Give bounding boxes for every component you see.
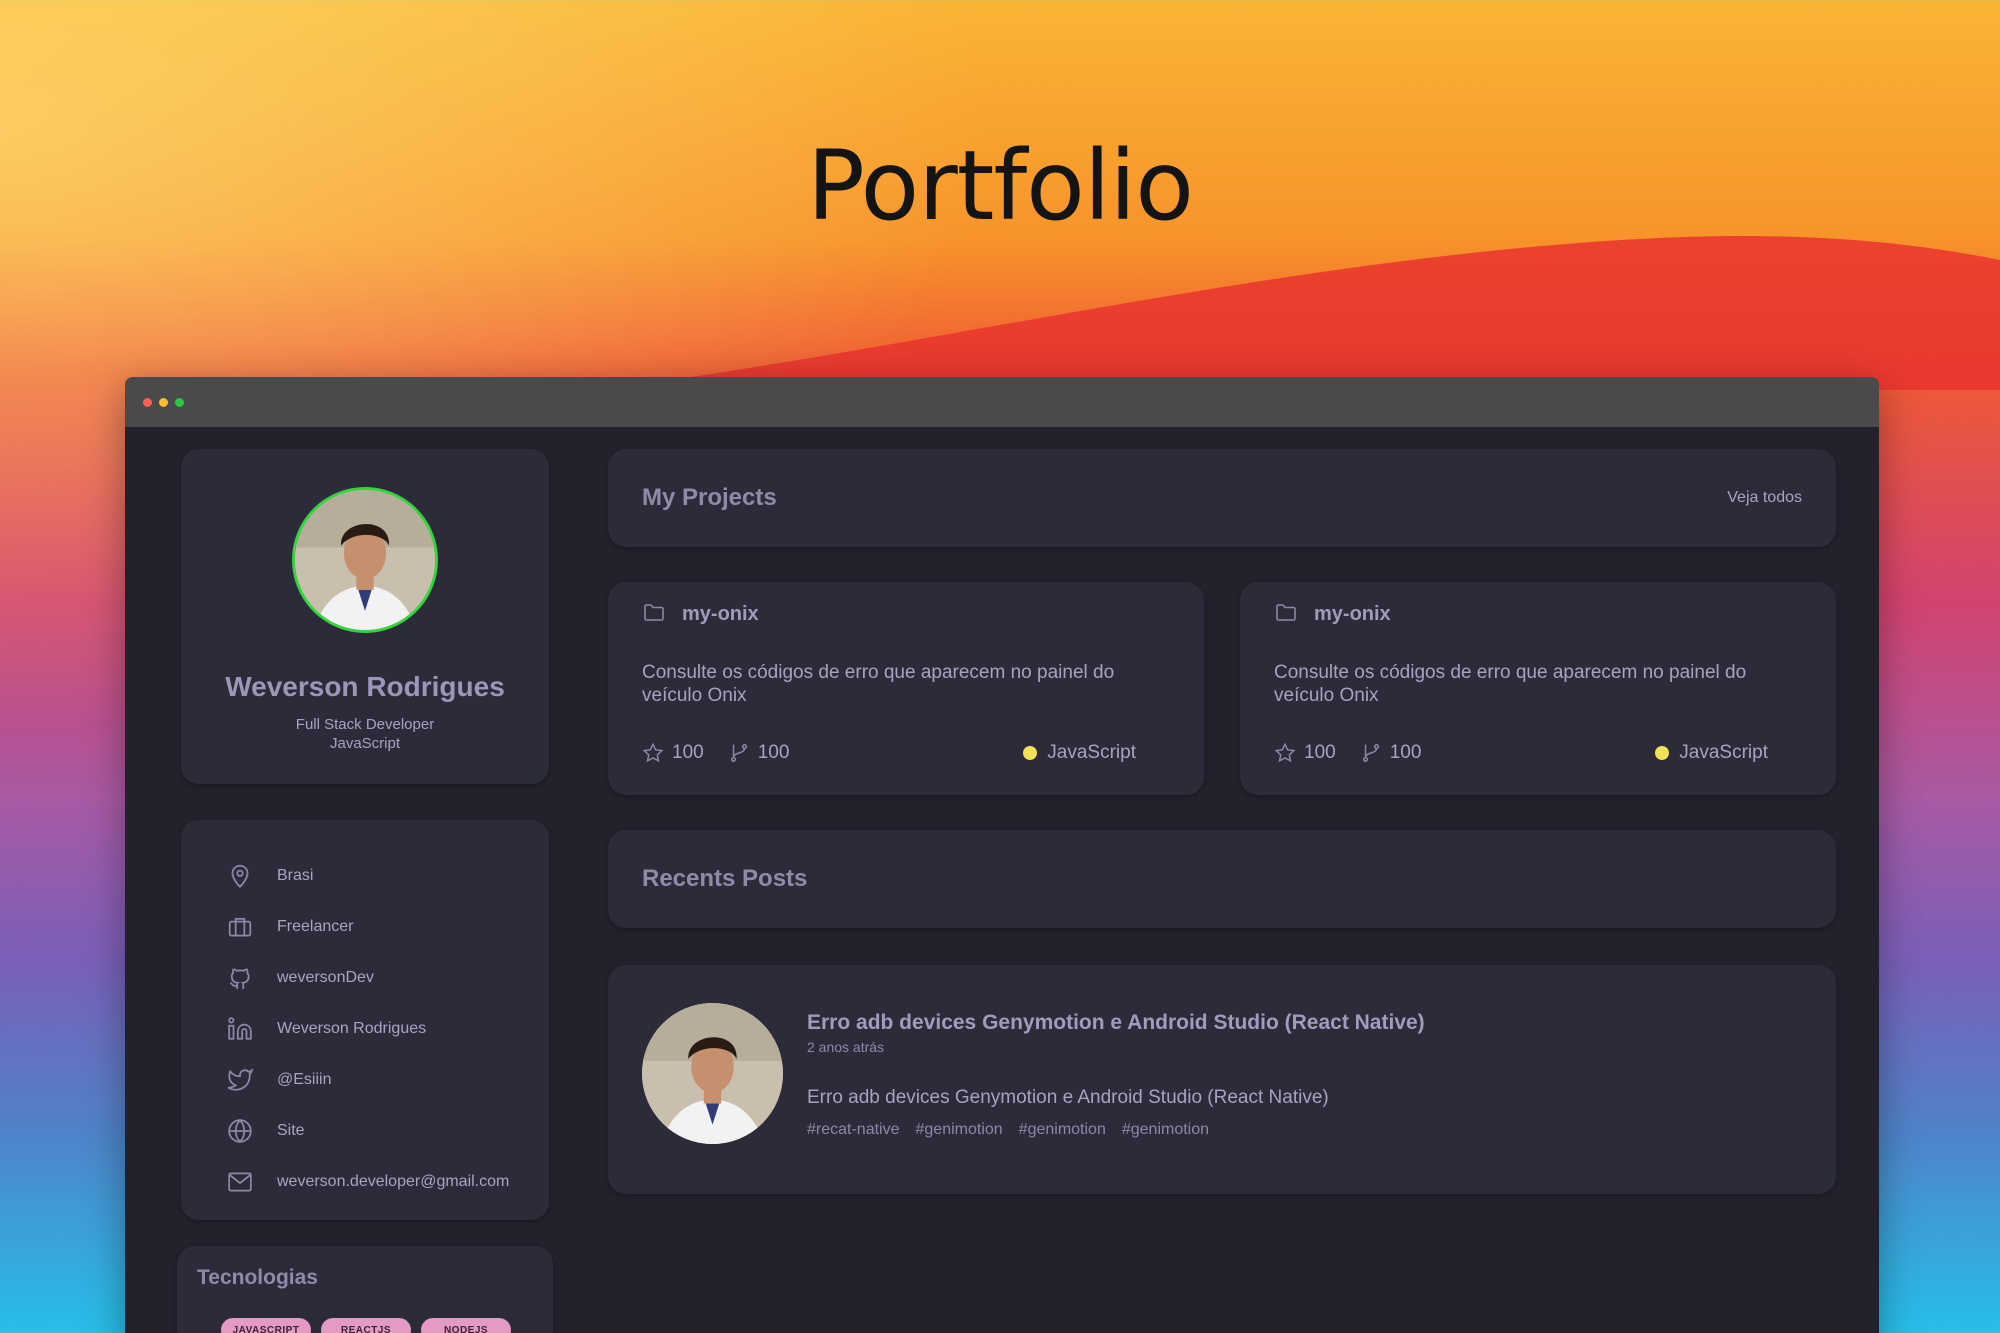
technologies-title: Tecnologias: [197, 1266, 318, 1289]
see-all-link[interactable]: Veja todos: [1727, 489, 1802, 507]
project-card[interactable]: my-onix Consulte os códigos de erro que …: [608, 582, 1204, 795]
location-pin-icon: [225, 861, 255, 891]
tech-tag: REACTJS: [321, 1318, 411, 1333]
globe-icon: [225, 1116, 255, 1146]
linkedin-icon: [225, 1014, 255, 1044]
maximize-window-dot[interactable]: [175, 397, 184, 407]
language-color-dot: [1023, 746, 1038, 760]
briefcase-icon: [225, 912, 255, 942]
posts-header: Recents Posts: [608, 830, 1836, 928]
post-card[interactable]: Erro adb devices Genymotion e Android St…: [608, 965, 1836, 1194]
window-titlebar: [125, 377, 1879, 427]
project-language: JavaScript: [1655, 742, 1768, 764]
post-tag: #recat-native: [807, 1121, 900, 1138]
post-tag: #genimotion: [1121, 1121, 1210, 1138]
avatar: [292, 487, 438, 633]
post-time: 2 anos atrás: [807, 1039, 885, 1055]
language-color-dot: [1655, 746, 1670, 760]
project-stars: 100: [642, 742, 704, 764]
post-tag: #genimotion: [1018, 1121, 1106, 1138]
star-icon: [1274, 742, 1296, 763]
twitter-icon: [225, 1065, 255, 1095]
profile-card: Weverson Rodrigues Full Stack Developer …: [181, 449, 549, 784]
post-title[interactable]: Erro adb devices Genymotion e Android St…: [807, 1011, 1425, 1035]
projects-title: My Projects: [642, 484, 777, 511]
profile-name: Weverson Rodrigues: [225, 671, 505, 702]
folder-icon: [642, 600, 666, 629]
project-description: Consulte os códigos de erro que aparecem…: [1274, 662, 1747, 706]
profile-role: Full Stack Developer: [295, 716, 435, 733]
profile-language: JavaScript: [329, 735, 401, 752]
post-tag: #genimotion: [915, 1121, 1003, 1138]
post-description: Erro adb devices Genymotion e Android St…: [807, 1087, 1329, 1108]
info-item-github[interactable]: weversonDev: [225, 952, 549, 1003]
hero-title: Portfolio: [807, 130, 1194, 242]
project-stars: 100: [1274, 742, 1336, 764]
project-name: my-onix: [1314, 603, 1391, 625]
technologies-card: Tecnologias JAVASCRIPT REACTJS NODEJS: [177, 1246, 553, 1333]
project-forks: 100: [1360, 742, 1421, 764]
close-window-dot[interactable]: [143, 397, 152, 407]
project-description: Consulte os códigos de erro que aparecem…: [642, 662, 1115, 706]
info-item-linkedin[interactable]: Weverson Rodrigues: [225, 1003, 549, 1054]
info-item-site[interactable]: Site: [225, 1105, 549, 1156]
posts-title: Recents Posts: [642, 865, 808, 892]
avatar-portrait: [295, 490, 435, 630]
info-item-location: Brasi: [225, 850, 549, 901]
post-avatar: [642, 1003, 783, 1144]
info-item-twitter[interactable]: @Esiiin: [225, 1054, 549, 1105]
minimize-window-dot[interactable]: [159, 397, 168, 407]
project-forks: 100: [728, 742, 789, 764]
git-branch-icon: [730, 744, 747, 762]
post-avatar-portrait: [642, 1003, 783, 1144]
mail-icon: [225, 1167, 255, 1197]
browser-window: Weverson Rodrigues Full Stack Developer …: [125, 377, 1879, 1333]
info-item-email[interactable]: weverson.developer@gmail.com: [225, 1156, 549, 1207]
projects-header: My Projects Veja todos: [608, 449, 1836, 547]
profile-info-card: Brasi Freelancer weversonDev Weverson Ro…: [181, 820, 549, 1220]
github-icon: [225, 963, 255, 993]
project-card[interactable]: my-onix Consulte os códigos de erro que …: [1240, 582, 1836, 795]
folder-icon: [1274, 600, 1298, 629]
tech-tag: NODEJS: [421, 1318, 511, 1333]
tech-tag: JAVASCRIPT: [221, 1318, 311, 1333]
project-name: my-onix: [682, 603, 759, 625]
star-icon: [642, 742, 664, 763]
info-item-work: Freelancer: [225, 901, 549, 952]
project-language: JavaScript: [1023, 742, 1136, 764]
git-branch-icon: [1362, 744, 1379, 762]
